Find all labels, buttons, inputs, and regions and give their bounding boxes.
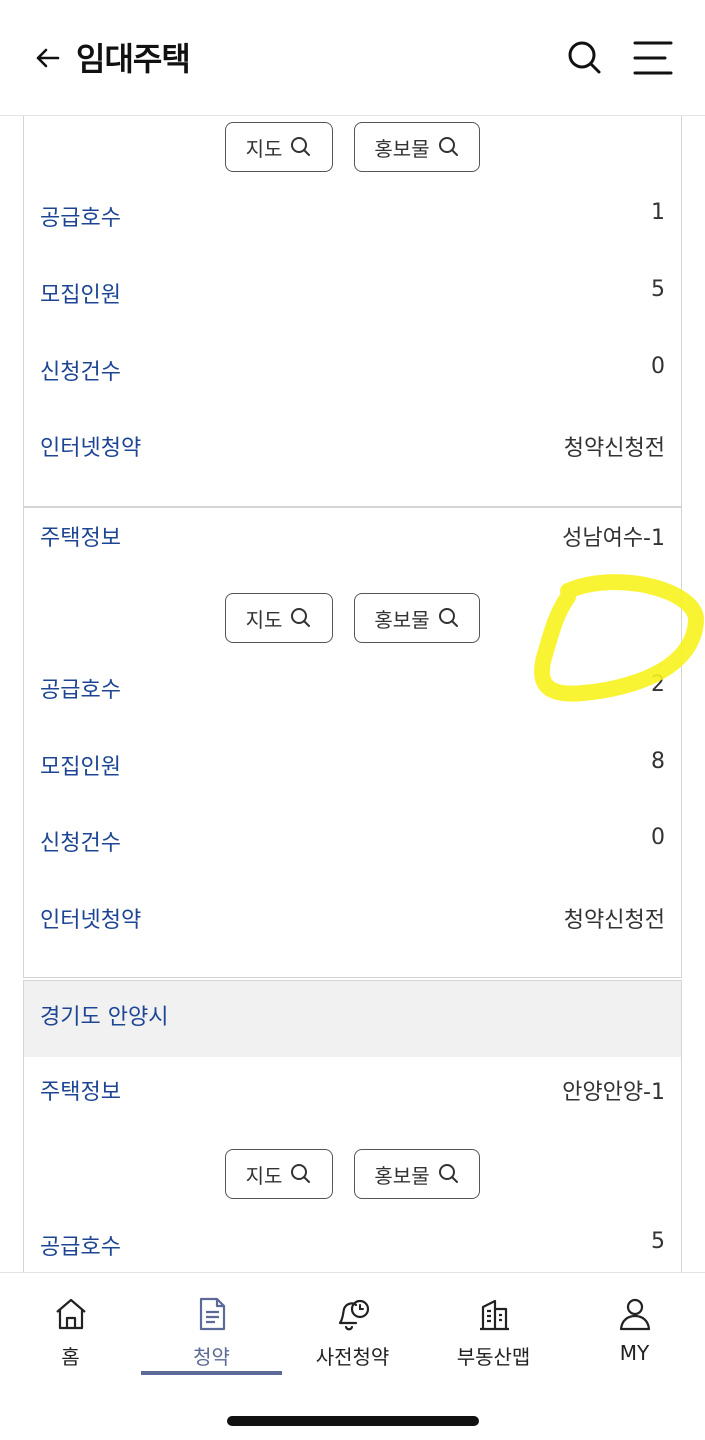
person-icon bbox=[619, 1298, 651, 1331]
bottom-tab-bar: 홈 청약 사전청약 부동산맵 MY bbox=[0, 1272, 705, 1440]
housing-name: 안양안양-1 bbox=[562, 1080, 665, 1105]
housing-name: 성남여수-1 bbox=[562, 526, 665, 551]
search-icon bbox=[291, 608, 311, 627]
row-value: 5 bbox=[651, 277, 665, 302]
bell-clock-icon bbox=[338, 1299, 370, 1331]
search-icon bbox=[291, 137, 311, 156]
row-value: 1 bbox=[651, 200, 665, 225]
row-label: 공급호수 bbox=[40, 206, 121, 231]
row-label: 신청건수 bbox=[40, 831, 121, 856]
home-icon bbox=[56, 1298, 86, 1330]
tab-pre-subscription[interactable]: 사전청약 bbox=[282, 1273, 423, 1377]
region-header: 경기도 안양시 bbox=[24, 981, 681, 1057]
tab-label: 부동산맵 bbox=[456, 1345, 531, 1369]
application-count-row: 신청건수 0 bbox=[40, 825, 665, 865]
row-value: 2 bbox=[651, 672, 665, 697]
promo-button-label: 홍보물 bbox=[374, 136, 430, 161]
row-label: 모집인원 bbox=[40, 755, 121, 780]
promo-button[interactable]: 홍보물 bbox=[354, 122, 480, 172]
supply-units-row: 공급호수 2 bbox=[40, 672, 665, 712]
tab-label: MY bbox=[619, 1341, 650, 1365]
row-label: 인터넷청약 bbox=[40, 436, 142, 461]
map-button[interactable]: 지도 bbox=[225, 593, 333, 643]
active-tab-indicator bbox=[141, 1371, 282, 1375]
tab-label: 사전청약 bbox=[315, 1345, 390, 1369]
region-name: 경기도 안양시 bbox=[40, 1005, 169, 1030]
row-value: 0 bbox=[651, 825, 665, 850]
row-value: 5 bbox=[651, 1229, 665, 1254]
row-value: 청약신청전 bbox=[563, 436, 665, 461]
row-value: 0 bbox=[651, 354, 665, 379]
promo-button-label: 홍보물 bbox=[374, 607, 430, 632]
row-label: 인터넷청약 bbox=[40, 908, 142, 933]
housing-info-row: 주택정보 성남여수-1 bbox=[40, 520, 665, 560]
map-button[interactable]: 지도 bbox=[225, 1149, 333, 1199]
page-title: 임대주택 bbox=[76, 40, 191, 78]
search-icon bbox=[438, 137, 458, 156]
search-icon[interactable] bbox=[565, 38, 605, 78]
recruit-count-row: 모집인원 5 bbox=[40, 277, 665, 317]
map-button-label: 지도 bbox=[245, 136, 283, 161]
map-button-label: 지도 bbox=[245, 607, 283, 632]
row-label: 신청건수 bbox=[40, 360, 121, 385]
row-label: 주택정보 bbox=[40, 1080, 121, 1105]
map-button-label: 지도 bbox=[245, 1163, 283, 1188]
housing-card: 지도 홍보물 공급호수 1 모집인원 5 신청건수 0 인터넷청약 청약신청전 bbox=[23, 116, 682, 507]
internet-application-row: 인터넷청약 청약신청전 bbox=[40, 902, 665, 942]
row-value: 8 bbox=[651, 749, 665, 774]
tab-label: 청약 bbox=[193, 1345, 230, 1369]
supply-units-row: 공급호수 5 bbox=[40, 1229, 665, 1269]
map-button[interactable]: 지도 bbox=[225, 122, 333, 172]
search-icon bbox=[438, 608, 458, 627]
promo-button-label: 홍보물 bbox=[374, 1163, 430, 1188]
promo-button[interactable]: 홍보물 bbox=[354, 1149, 480, 1199]
recruit-count-row: 모집인원 8 bbox=[40, 749, 665, 789]
back-arrow-icon[interactable] bbox=[30, 40, 66, 76]
search-icon bbox=[438, 1164, 458, 1183]
home-indicator[interactable] bbox=[227, 1416, 479, 1426]
content-scroll-area[interactable]: 지도 홍보물 공급호수 1 모집인원 5 신청건수 0 인터넷청약 청약신청전 … bbox=[0, 116, 705, 1272]
internet-application-row: 인터넷청약 청약신청전 bbox=[40, 430, 665, 470]
housing-card: 주택정보 성남여수-1 지도 홍보물 공급호수 2 모집인원 8 신청건수 0 … bbox=[23, 507, 682, 978]
row-label: 주택정보 bbox=[40, 526, 121, 551]
tab-label: 홈 bbox=[61, 1345, 80, 1369]
promo-button[interactable]: 홍보물 bbox=[354, 593, 480, 643]
document-icon bbox=[199, 1297, 226, 1331]
row-label: 모집인원 bbox=[40, 283, 121, 308]
search-icon bbox=[291, 1164, 311, 1183]
building-icon bbox=[480, 1299, 509, 1331]
app-header: 임대주택 bbox=[0, 0, 705, 116]
tab-real-estate-map[interactable]: 부동산맵 bbox=[423, 1273, 564, 1377]
housing-info-row: 주택정보 안양안양-1 bbox=[40, 1074, 665, 1114]
tab-my[interactable]: MY bbox=[564, 1273, 705, 1377]
row-label: 공급호수 bbox=[40, 678, 121, 703]
housing-card: 경기도 안양시 주택정보 안양안양-1 지도 홍보물 공급호수 5 bbox=[23, 980, 682, 1272]
row-value: 청약신청전 bbox=[563, 908, 665, 933]
hamburger-menu-icon[interactable] bbox=[632, 38, 674, 78]
supply-units-row: 공급호수 1 bbox=[40, 200, 665, 240]
application-count-row: 신청건수 0 bbox=[40, 354, 665, 394]
tab-subscription[interactable]: 청약 bbox=[141, 1273, 282, 1377]
row-label: 공급호수 bbox=[40, 1235, 121, 1260]
tab-home[interactable]: 홈 bbox=[0, 1273, 141, 1377]
